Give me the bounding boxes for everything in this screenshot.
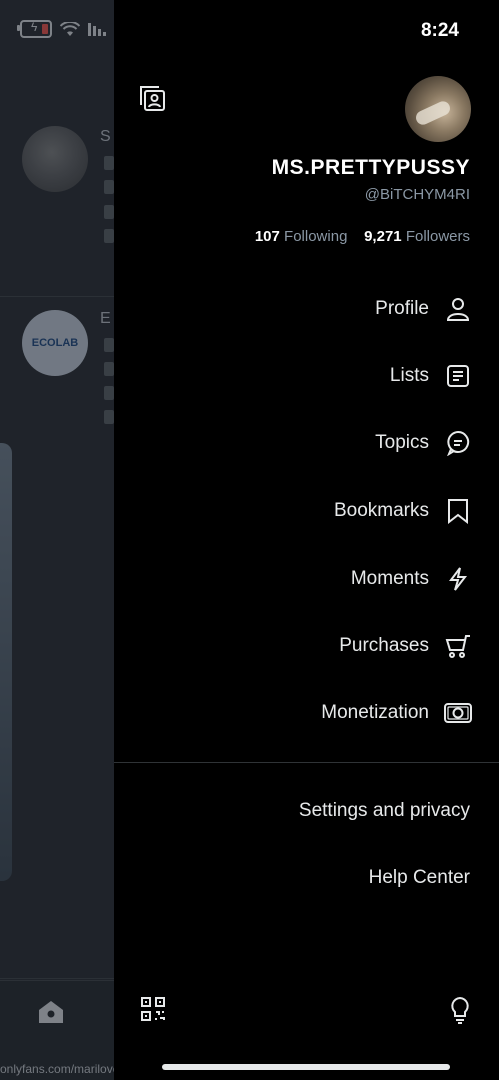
navigation-drawer: 8:24 MS.PRETTYPUSSY @BiTCHYM4RI 107 Foll… <box>114 0 499 1080</box>
account-switcher-icon[interactable] <box>138 84 166 117</box>
drawer-divider <box>114 762 499 763</box>
followers-label: Followers <box>405 228 470 245</box>
qr-code-icon[interactable] <box>140 996 166 1027</box>
post-divider <box>0 296 114 297</box>
menu-item-topics[interactable]: Topics <box>375 420 473 466</box>
menu-item-label: Lists <box>389 365 429 386</box>
status-bar-left: ϟ <box>17 20 106 38</box>
post-avatar[interactable] <box>22 126 88 192</box>
menu-item-bookmarks[interactable]: Bookmarks <box>334 488 473 534</box>
post-text-snippet <box>104 229 114 243</box>
menu-item-moments[interactable]: Moments <box>351 556 473 602</box>
post-text-snippet <box>104 156 114 170</box>
signal-icon <box>88 22 106 36</box>
status-time: 8:24 <box>420 20 459 41</box>
menu-item-profile[interactable]: Profile <box>375 286 473 332</box>
post-media[interactable] <box>0 443 12 881</box>
wifi-icon <box>60 21 80 37</box>
person-icon <box>443 294 473 324</box>
user-handle: @BiTCHYM4RI <box>364 186 470 203</box>
post-author-snippet: E <box>100 310 111 327</box>
menu-item-label: Purchases <box>339 635 429 656</box>
profile-avatar[interactable] <box>405 76 471 142</box>
followers-count: 9,271 <box>364 228 402 245</box>
following-label: Following <box>284 228 348 245</box>
home-icon[interactable] <box>38 1000 64 1029</box>
follow-stats: 107 Following 9,271 Followers <box>255 228 470 245</box>
post-author-snippet: S <box>100 128 111 145</box>
post-avatar[interactable]: ECOLAB <box>22 310 88 376</box>
menu-item-label: Profile <box>375 298 429 319</box>
following-link[interactable]: 107 Following <box>255 228 348 245</box>
menu-item-label: Bookmarks <box>333 500 429 521</box>
topics-icon <box>443 428 473 458</box>
lightbulb-icon[interactable] <box>449 996 471 1029</box>
post-text-snippet <box>104 386 114 400</box>
menu-item-purchases[interactable]: Purchases <box>339 623 473 669</box>
timeline-background: ϟ S ECOLAB E onlyfans.com/marilovee <box>0 0 114 1080</box>
help-center-link[interactable]: Help Center <box>369 867 470 889</box>
menu-item-monetization[interactable]: Monetization <box>321 690 473 736</box>
display-name[interactable]: MS.PRETTYPUSSY <box>272 156 470 180</box>
menu-item-label: Topics <box>375 432 429 453</box>
post-divider <box>0 978 114 979</box>
battery-icon: ϟ <box>17 20 52 38</box>
following-count: 107 <box>254 228 280 245</box>
followers-link[interactable]: 9,271 Followers <box>364 228 470 245</box>
post-text-snippet <box>104 205 114 219</box>
bookmark-icon <box>443 496 473 526</box>
home-indicator[interactable] <box>162 1064 450 1070</box>
post-text-snippet <box>104 362 114 376</box>
ecolab-logo: ECOLAB <box>31 337 79 349</box>
settings-and-privacy-link[interactable]: Settings and privacy <box>299 800 470 822</box>
money-icon <box>443 698 473 728</box>
menu-item-lists[interactable]: Lists <box>390 353 473 399</box>
cart-icon <box>443 631 473 661</box>
post-text-snippet <box>104 410 114 424</box>
post-text-snippet <box>104 180 114 194</box>
menu-item-label: Monetization <box>321 702 429 723</box>
list-icon <box>443 361 473 391</box>
watermark-text: onlyfans.com/marilovee <box>0 1062 114 1076</box>
post-text-snippet <box>104 338 114 352</box>
menu-item-label: Moments <box>350 568 429 589</box>
lightning-icon <box>443 564 473 594</box>
